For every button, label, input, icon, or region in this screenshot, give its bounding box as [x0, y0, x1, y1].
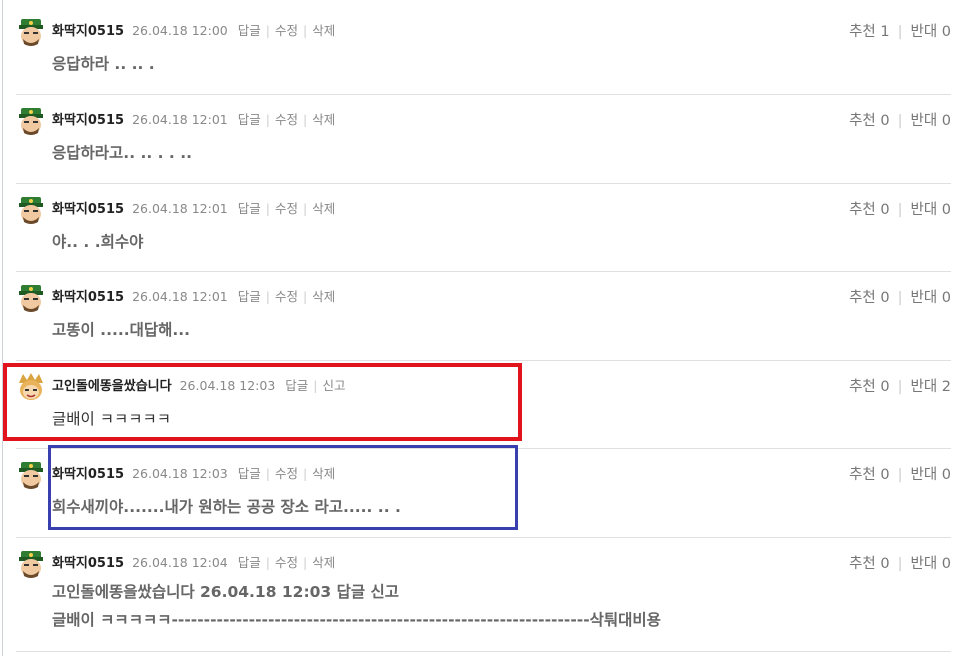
- comment-header: 화딱지0515 26.04.18 12:01 답글 | 수정 | 삭제: [52, 286, 335, 305]
- comment-date: 26.04.18 12:01: [132, 201, 228, 216]
- reply-link[interactable]: 답글: [238, 112, 261, 127]
- comment-meta: 26.04.18 12:00 답글 | 수정 | 삭제: [132, 20, 335, 39]
- comment-meta: 26.04.18 12:01 답글 | 수정 | 삭제: [132, 198, 335, 217]
- divider: |: [897, 113, 903, 129]
- reply-link[interactable]: 답글: [238, 23, 261, 38]
- comment-divider: [16, 360, 951, 361]
- comment-item: 화딱지0515 26.04.18 12:01 답글 | 수정 | 삭제 추천 0 | 반대 …: [16, 195, 951, 265]
- comment-date: 26.04.18 12:01: [132, 112, 228, 127]
- comment-divider: [16, 94, 951, 95]
- comment-meta: 26.04.18 12:04 답글 | 수정 | 삭제: [132, 552, 335, 571]
- comment-text: 응답하라고.. .. . . ..: [52, 144, 192, 162]
- comment-header: 화딱지0515 26.04.18 12:01 답글 | 수정 | 삭제: [52, 109, 335, 128]
- delete-link[interactable]: 삭제: [312, 555, 335, 570]
- edit-link[interactable]: 수정: [275, 555, 298, 570]
- military-avatar-icon: [19, 19, 43, 46]
- upvote-button[interactable]: 추천 0: [849, 202, 890, 218]
- downvote-button[interactable]: 반대 0: [910, 290, 951, 306]
- vote-area: 추천 0 | 반대 0: [849, 109, 951, 130]
- divider: |: [302, 112, 308, 127]
- reply-link[interactable]: 답글: [238, 289, 261, 304]
- edit-link[interactable]: 수정: [275, 112, 298, 127]
- comment-divider: [16, 183, 951, 184]
- divider: |: [265, 555, 270, 570]
- comment-item: 화딱지0515 26.04.18 12:01 답글 | 수정 | 삭제 추천 0 | 반대 …: [16, 106, 951, 176]
- edit-link[interactable]: 수정: [275, 289, 298, 304]
- vote-area: 추천 0 | 반대 0: [849, 286, 951, 307]
- comment-text: 응답하라 .. .. .: [52, 55, 155, 73]
- comment-text: 고인돌에똥을쌌습니다 26.04.18 12:03 답글 신고: [52, 583, 400, 601]
- delete-link[interactable]: 삭제: [312, 201, 335, 216]
- divider: |: [265, 201, 270, 216]
- divider: |: [897, 556, 903, 572]
- downvote-button[interactable]: 반대 0: [910, 113, 951, 129]
- downvote-button[interactable]: 반대 0: [910, 467, 951, 483]
- downvote-button[interactable]: 반대 0: [910, 202, 951, 218]
- divider: |: [302, 289, 308, 304]
- divider: |: [265, 289, 270, 304]
- comment-divider: [16, 651, 951, 652]
- military-avatar-icon: [19, 462, 43, 489]
- divider: |: [265, 112, 270, 127]
- comment-meta: 26.04.18 12:01 답글 | 수정 | 삭제: [132, 286, 335, 305]
- divider: |: [302, 23, 308, 38]
- vote-area: 추천 0 | 반대 0: [849, 198, 951, 219]
- divider: |: [897, 202, 903, 218]
- upvote-button[interactable]: 추천 1: [849, 24, 890, 40]
- red-highlight-box: [3, 363, 522, 441]
- upvote-button[interactable]: 추천 0: [849, 467, 890, 483]
- divider: |: [897, 467, 903, 483]
- downvote-button[interactable]: 반대 0: [910, 24, 951, 40]
- comment-item: 화딱지0515 26.04.18 12:00 답글 | 수정 | 삭제 추천 1 | 반대 …: [16, 17, 951, 87]
- vote-area: 추천 0 | 반대 0: [849, 552, 951, 573]
- military-avatar-icon: [19, 108, 43, 135]
- comment-date: 26.04.18 12:01: [132, 289, 228, 304]
- reply-link[interactable]: 답글: [238, 555, 261, 570]
- comment-header: 화딱지0515 26.04.18 12:00 답글 | 수정 | 삭제: [52, 20, 335, 39]
- delete-link[interactable]: 삭제: [312, 289, 335, 304]
- comment-item: 화딱지0515 26.04.18 12:04 답글 | 수정 | 삭제 추천 0 | 반대 …: [16, 549, 951, 649]
- comment-text: 고똥이 .....대답해...: [52, 321, 191, 339]
- comment-header: 화딱지0515 26.04.18 12:01 답글 | 수정 | 삭제: [52, 198, 335, 217]
- comment-author[interactable]: 화딱지0515: [52, 552, 124, 571]
- vote-area: 추천 1 | 반대 0: [849, 20, 951, 41]
- comment-date: 26.04.18 12:04: [132, 555, 228, 570]
- upvote-button[interactable]: 추천 0: [849, 113, 890, 129]
- divider: |: [302, 201, 308, 216]
- comment-author[interactable]: 화딱지0515: [52, 198, 124, 217]
- comment-item: 화딱지0515 26.04.18 12:01 답글 | 수정 | 삭제 추천 0 | 반대 …: [16, 283, 951, 353]
- reply-link[interactable]: 답글: [238, 201, 261, 216]
- comment-text-line-2: 글배이 ㅋㅋㅋㅋㅋ-------------------------------…: [52, 611, 661, 629]
- divider: |: [265, 23, 270, 38]
- downvote-button[interactable]: 반대 2: [910, 379, 951, 395]
- upvote-button[interactable]: 추천 0: [849, 290, 890, 306]
- vote-area: 추천 0 | 반대 2: [849, 375, 951, 396]
- divider: |: [897, 379, 903, 395]
- comment-author[interactable]: 화딱지0515: [52, 286, 124, 305]
- military-avatar-icon: [19, 197, 43, 224]
- comment-author[interactable]: 화딱지0515: [52, 109, 124, 128]
- divider: |: [302, 555, 308, 570]
- comment-text: 야.. . .희수야: [52, 233, 144, 251]
- edit-link[interactable]: 수정: [275, 23, 298, 38]
- comment-date: 26.04.18 12:00: [132, 23, 228, 38]
- comment-divider: [16, 537, 951, 538]
- military-avatar-icon: [19, 551, 43, 578]
- comment-header: 화딱지0515 26.04.18 12:04 답글 | 수정 | 삭제: [52, 552, 335, 571]
- delete-link[interactable]: 삭제: [312, 112, 335, 127]
- comment-meta: 26.04.18 12:01 답글 | 수정 | 삭제: [132, 109, 335, 128]
- military-avatar-icon: [19, 285, 43, 312]
- comment-author[interactable]: 화딱지0515: [52, 20, 124, 39]
- vote-area: 추천 0 | 반대 0: [849, 463, 951, 484]
- edit-link[interactable]: 수정: [275, 201, 298, 216]
- left-border: [2, 0, 3, 656]
- delete-link[interactable]: 삭제: [312, 23, 335, 38]
- divider: |: [897, 24, 903, 40]
- blue-highlight-box: [48, 445, 518, 530]
- upvote-button[interactable]: 추천 0: [849, 556, 890, 572]
- divider: |: [897, 290, 903, 306]
- upvote-button[interactable]: 추천 0: [849, 379, 890, 395]
- downvote-button[interactable]: 반대 0: [910, 556, 951, 572]
- comment-divider: [16, 271, 951, 272]
